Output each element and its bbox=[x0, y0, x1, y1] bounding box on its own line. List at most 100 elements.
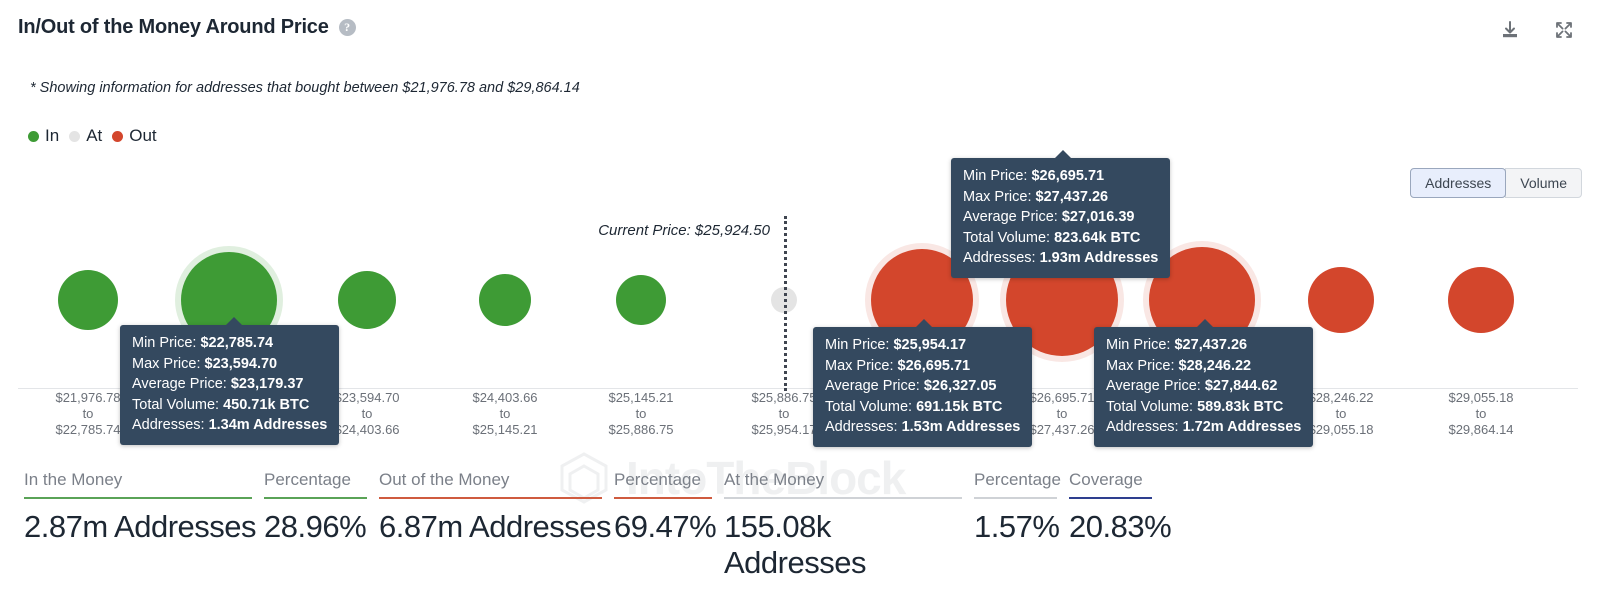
stat-label: At the Money bbox=[724, 470, 825, 489]
tooltip-row-label: Min Price: bbox=[963, 168, 1028, 184]
expand-icon[interactable] bbox=[1552, 18, 1576, 42]
tooltip-row-value: 450.71k BTC bbox=[219, 396, 310, 413]
tooltip-row-value: 1.53m Addresses bbox=[897, 419, 1021, 435]
bubble-in-2[interactable] bbox=[338, 271, 396, 329]
tooltip-row-value: 589.83k BTC bbox=[1193, 398, 1284, 415]
tooltip-row-value: $27,437.26 bbox=[1031, 188, 1109, 205]
tooltip-row: Average Price: $27,016.39 bbox=[963, 207, 1158, 228]
tooltip-row-label: Addresses: bbox=[132, 417, 205, 433]
tooltip-row: Total Volume: 589.83k BTC bbox=[1106, 397, 1301, 418]
tooltip-row: Addresses: 1.93m Addresses bbox=[963, 248, 1158, 269]
tooltip-row: Total Volume: 823.64k BTC bbox=[963, 228, 1158, 249]
stat-coverage-6: Coverage 20.83% bbox=[1069, 470, 1172, 545]
tooltip-row-value: $22,785.74 bbox=[196, 335, 274, 351]
tooltip-row-label: Min Price: bbox=[132, 335, 197, 351]
stat-value: 1.57% bbox=[974, 509, 1060, 544]
tooltip-row-value: $23,594.70 bbox=[200, 355, 278, 372]
tooltip-arrow bbox=[1054, 150, 1072, 159]
x-axis-label: $28,246.22 to $29,055.18 bbox=[1308, 390, 1374, 437]
tooltip-row: Max Price: $26,695.71 bbox=[825, 356, 1020, 377]
tooltip-row: Addresses: 1.53m Addresses bbox=[825, 417, 1020, 438]
download-icon[interactable] bbox=[1498, 18, 1522, 42]
legend-label: Out bbox=[129, 126, 157, 145]
tooltip-4: Min Price: $27,437.26 Max Price: $28,246.… bbox=[1094, 319, 1314, 447]
tooltip-row-label: Total Volume: bbox=[1106, 398, 1194, 415]
tooltip-row-value: 1.72m Addresses bbox=[1178, 419, 1302, 435]
x-axis-label: $23,594.70 to $24,403.66 bbox=[334, 390, 400, 437]
stat-percentage-3: Percentage 69.47% bbox=[614, 470, 724, 545]
stat-in-the-money-0: In the Money 2.87m Addresses bbox=[24, 470, 264, 545]
legend-item-out[interactable]: Out bbox=[112, 126, 157, 146]
tooltip-row: Total Volume: 450.71k BTC bbox=[132, 395, 327, 416]
bubble-out-9[interactable] bbox=[1308, 267, 1374, 333]
tooltip-row: Min Price: $27,437.26 bbox=[1106, 335, 1301, 356]
stat-label: Out of the Money bbox=[379, 470, 510, 489]
legend-label: In bbox=[45, 126, 60, 145]
x-axis-label: $21,976.78 to $22,785.74 bbox=[55, 390, 121, 437]
tooltip-row-label: Addresses: bbox=[1106, 419, 1179, 435]
stat-value: 69.47% bbox=[614, 509, 717, 544]
tooltip-row-value: 1.93m Addresses bbox=[1035, 250, 1159, 266]
header-actions bbox=[1498, 18, 1576, 42]
toggle-addresses-button[interactable]: Addresses bbox=[1410, 168, 1507, 198]
bubble-in-3[interactable] bbox=[479, 274, 531, 326]
tooltip-row: Min Price: $26,695.71 bbox=[963, 166, 1158, 187]
tooltip-row-value: $27,016.39 bbox=[1057, 209, 1135, 225]
stat-percentage-5: Percentage 1.57% bbox=[974, 470, 1069, 545]
stat-value: 2.87m Addresses bbox=[24, 509, 257, 544]
tooltip-row: Addresses: 1.72m Addresses bbox=[1106, 417, 1301, 438]
stat-value: 155.08k Addresses bbox=[724, 509, 866, 580]
chart-subtitle: * Showing information for addresses that… bbox=[30, 80, 580, 96]
tooltip-row-value: 823.64k BTC bbox=[1050, 229, 1141, 246]
tooltip-row-label: Min Price: bbox=[1106, 337, 1171, 353]
stat-value: 28.96% bbox=[264, 509, 367, 544]
tooltip-row-value: $26,695.71 bbox=[893, 357, 971, 374]
legend-dot-icon bbox=[69, 130, 81, 142]
tooltip-row: Min Price: $25,954.17 bbox=[825, 335, 1020, 356]
tooltip-row-label: Average Price: bbox=[963, 209, 1058, 225]
tooltip-row-value: $28,246.22 bbox=[1174, 357, 1252, 374]
x-axis-label: $25,886.75 to $25,954.17 bbox=[751, 390, 817, 437]
tooltip-row-label: Max Price: bbox=[1106, 357, 1175, 374]
stat-label: Percentage bbox=[974, 470, 1061, 489]
stat-label: Percentage bbox=[614, 470, 701, 489]
tooltip-row: Average Price: $26,327.05 bbox=[825, 376, 1020, 397]
tooltip-row: Total Volume: 691.15k BTC bbox=[825, 397, 1020, 418]
legend-label: At bbox=[86, 126, 103, 145]
tooltip-row: Max Price: $27,437.26 bbox=[963, 187, 1158, 208]
stat-value: 20.83% bbox=[1069, 509, 1172, 544]
tooltip-row-value: $27,437.26 bbox=[1170, 337, 1248, 353]
tooltip-row-label: Max Price: bbox=[825, 357, 894, 374]
chart-widget: In/Out of the Money Around Price ? * Sho… bbox=[0, 0, 1600, 600]
stat-out-of-the-money-2: Out of the Money 6.87m Addresses bbox=[379, 470, 614, 545]
legend-item-in[interactable]: In bbox=[28, 126, 59, 146]
summary-stats: In the Money 2.87m Addresses Percentage 28.… bbox=[24, 470, 1172, 581]
bubble-out-10[interactable] bbox=[1448, 267, 1514, 333]
tooltip-row-label: Average Price: bbox=[825, 378, 920, 394]
tooltip-row-value: 1.34m Addresses bbox=[204, 417, 328, 433]
tooltip-row-label: Average Price: bbox=[1106, 378, 1201, 394]
tooltip-arrow bbox=[915, 319, 933, 328]
question-mark-circle-icon[interactable]: ? bbox=[338, 19, 356, 36]
tooltip-row: Addresses: 1.34m Addresses bbox=[132, 415, 327, 436]
x-axis-label: $25,145.21 to $25,886.75 bbox=[608, 390, 674, 437]
tooltip-row-value: 691.15k BTC bbox=[912, 398, 1003, 415]
tooltip-arrow bbox=[225, 317, 243, 326]
tooltip-row-label: Max Price: bbox=[132, 355, 201, 372]
stat-percentage-1: Percentage 28.96% bbox=[264, 470, 379, 545]
tooltip-2: Min Price: $26,695.71 Max Price: $27,437.… bbox=[951, 150, 1171, 278]
legend-dot-icon bbox=[28, 130, 39, 142]
legend-item-at[interactable]: At bbox=[69, 126, 102, 146]
tooltip-row: Max Price: $23,594.70 bbox=[132, 354, 327, 375]
x-axis-label: $26,695.71 to $27,437.26 bbox=[1029, 390, 1095, 437]
widget-header: In/Out of the Money Around Price ? bbox=[18, 16, 356, 39]
stat-label: In the Money bbox=[24, 470, 123, 489]
tooltip-row: Min Price: $22,785.74 bbox=[132, 333, 327, 354]
bubble-in-4[interactable] bbox=[616, 275, 666, 325]
tooltip-arrow bbox=[1196, 319, 1214, 328]
bubble-in-0[interactable] bbox=[58, 270, 118, 330]
current-price-line bbox=[784, 216, 787, 391]
tooltip-row-label: Average Price: bbox=[132, 376, 227, 392]
current-price-label: Current Price: $25,924.50 bbox=[598, 222, 770, 239]
tooltip-row-label: Min Price: bbox=[825, 337, 890, 353]
